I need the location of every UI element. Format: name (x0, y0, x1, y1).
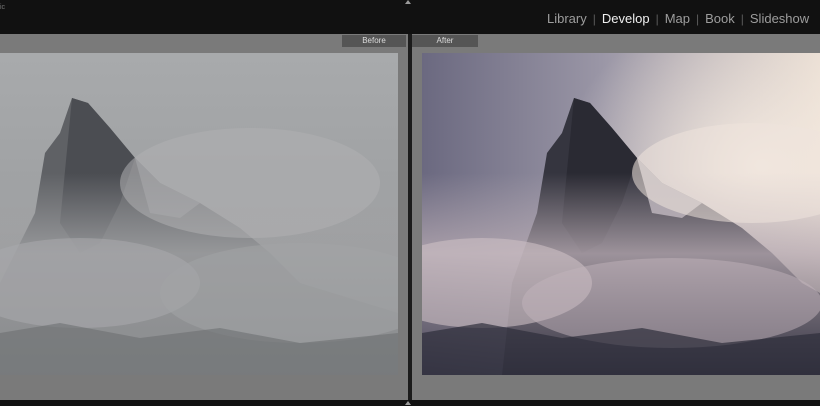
module-separator: | (740, 11, 744, 26)
after-label: After (412, 35, 478, 47)
module-book[interactable]: Book (705, 11, 735, 26)
before-mountain-image (0, 53, 398, 375)
module-separator: | (655, 11, 659, 26)
module-picker: Library | Develop | Map | Book | Slidesh… (547, 11, 809, 26)
module-map[interactable]: Map (665, 11, 690, 26)
top-panel-toggle-icon[interactable] (405, 0, 411, 4)
bottom-panel-toggle-icon[interactable] (405, 401, 411, 405)
after-photo[interactable] (422, 53, 820, 375)
after-mountain-image (422, 53, 820, 375)
compare-divider (408, 34, 412, 400)
module-library[interactable]: Library (547, 11, 587, 26)
before-photo[interactable] (0, 53, 398, 375)
module-develop[interactable]: Develop (602, 11, 650, 26)
identity-plate-text: ic (0, 4, 6, 11)
module-separator: | (592, 11, 596, 26)
module-separator: | (696, 11, 700, 26)
before-label: Before (342, 35, 406, 47)
module-slideshow[interactable]: Slideshow (750, 11, 809, 26)
